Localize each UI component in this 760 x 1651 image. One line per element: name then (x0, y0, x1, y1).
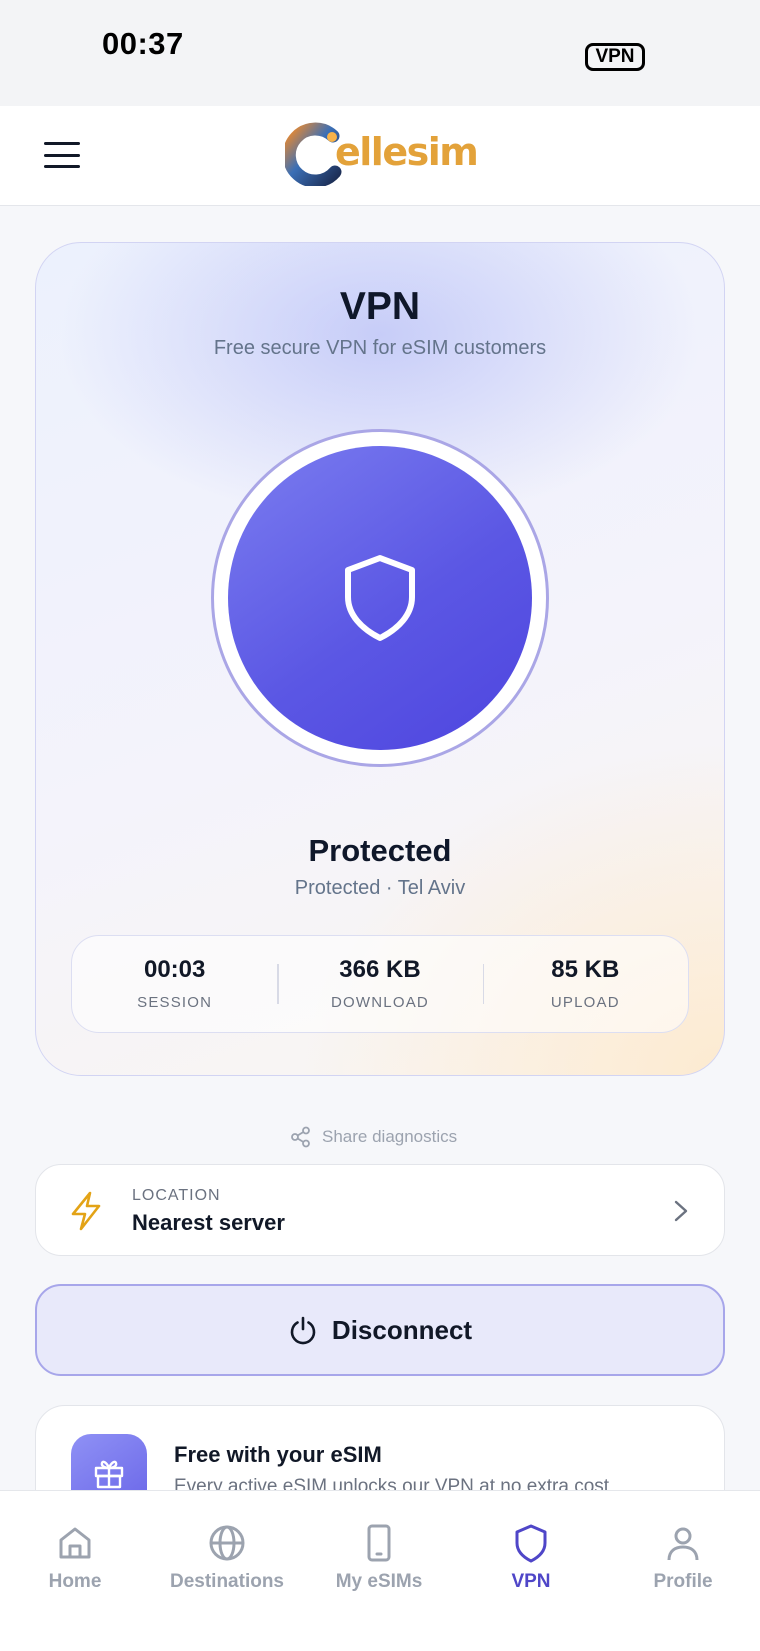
shield-icon (515, 1524, 547, 1563)
share-diagnostics-link[interactable]: Share diagnostics (290, 1124, 457, 1150)
lightning-icon (71, 1191, 101, 1231)
user-icon (667, 1527, 699, 1561)
vpn-title: VPN (339, 285, 421, 328)
share-diagnostics-label: Share diagnostics (322, 1127, 458, 1146)
vpn-toggle-core (228, 446, 532, 750)
globe-icon (209, 1525, 245, 1561)
vpn-subtitle: Free secure VPN for eSIM customers (213, 337, 547, 359)
tab-my-esims[interactable]: My eSIMs (304, 1523, 454, 1593)
tab-label: My eSIMs (335, 1571, 423, 1592)
tab-home[interactable]: Home (0, 1523, 150, 1593)
connection-state: Protected (308, 833, 452, 868)
stat-session: 00:03 SESSION (72, 936, 277, 1032)
shield-icon (345, 555, 415, 641)
stat-value: 00:03 (143, 956, 206, 983)
stat-label: SESSION (137, 994, 213, 1011)
phone-icon (367, 1524, 391, 1562)
disconnect-button[interactable]: Disconnect (35, 1284, 725, 1376)
tab-label: VPN (511, 1571, 551, 1592)
tab-profile[interactable]: Profile (608, 1523, 758, 1593)
vpn-toggle-button[interactable] (211, 429, 549, 767)
status-bar: 00:37 VPN (0, 0, 760, 106)
status-vpn-badge: VPN (585, 43, 645, 71)
power-icon (290, 1316, 316, 1345)
logo-c-icon (285, 122, 342, 186)
stat-label: DOWNLOAD (331, 994, 429, 1011)
logo-text: ellesim (335, 130, 479, 174)
location-selector[interactable]: LOCATION Nearest server (35, 1164, 725, 1256)
promo-title: Free with your eSIM (174, 1442, 382, 1467)
location-label: LOCATION (132, 1187, 221, 1204)
hamburger-menu-icon[interactable] (44, 136, 80, 174)
bottom-tab-bar: Home Destinations My eSIMs VPN Profile (0, 1490, 760, 1651)
tab-label: Profile (653, 1571, 713, 1592)
gift-icon (94, 1460, 124, 1489)
disconnect-label: Disconnect (331, 1314, 473, 1345)
chevron-right-icon (674, 1200, 688, 1222)
app-logo: ellesim (285, 116, 485, 192)
session-stats: 00:03 SESSION 366 KB DOWNLOAD 85 KB UPLO… (71, 935, 689, 1033)
tab-destinations[interactable]: Destinations (152, 1523, 302, 1593)
stat-download: 366 KB DOWNLOAD (277, 936, 482, 1032)
stat-label: UPLOAD (550, 994, 620, 1011)
connection-location: Protected · Tel Aviv (294, 877, 466, 899)
tab-label: Destinations (169, 1571, 285, 1592)
share-icon (291, 1126, 310, 1148)
stat-value: 366 KB (339, 956, 421, 983)
home-icon (59, 1527, 91, 1559)
location-value: Nearest server (132, 1210, 285, 1235)
vpn-status-card: VPN Free secure VPN for eSIM customers P… (35, 242, 725, 1076)
tab-label: Home (48, 1571, 102, 1592)
tab-vpn[interactable]: VPN (456, 1523, 606, 1593)
stat-upload: 85 KB UPLOAD (482, 936, 688, 1032)
status-time: 00:37 (102, 26, 184, 61)
app-header: ellesim (0, 106, 760, 206)
stat-value: 85 KB (551, 956, 620, 983)
